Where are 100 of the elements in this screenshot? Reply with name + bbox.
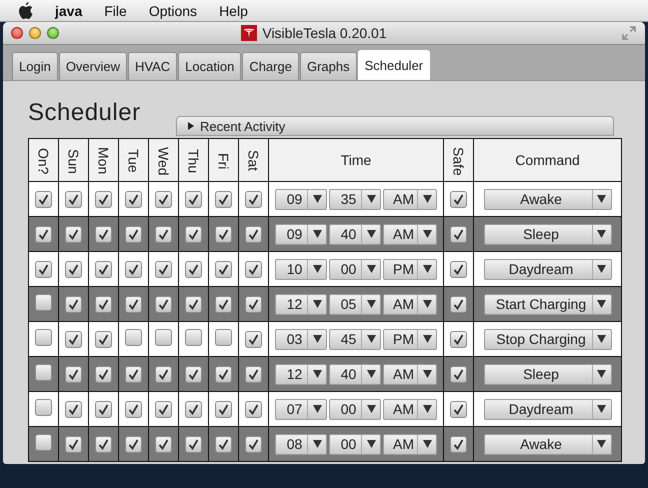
command-dropdown[interactable]: Stop Charging <box>484 328 612 350</box>
checkbox[interactable] <box>95 260 112 278</box>
minute-dropdown[interactable]: 00 <box>329 398 381 420</box>
checkbox[interactable] <box>35 364 52 381</box>
menu-item[interactable]: Help <box>208 2 259 18</box>
checkbox[interactable] <box>35 260 52 278</box>
command-dropdown[interactable]: Start Charging <box>484 294 612 314</box>
tab[interactable]: Scheduler <box>358 50 430 80</box>
command-dropdown[interactable]: Sleep <box>484 224 612 244</box>
checkbox[interactable] <box>185 400 202 418</box>
checkbox[interactable] <box>245 226 262 242</box>
zoom-button[interactable] <box>47 27 59 39</box>
minute-dropdown[interactable]: 40 <box>329 364 381 384</box>
period-dropdown[interactable]: AM <box>383 188 437 210</box>
checkbox[interactable] <box>35 294 52 311</box>
checkbox[interactable] <box>125 296 142 312</box>
checkbox[interactable] <box>95 436 112 452</box>
period-dropdown[interactable]: AM <box>383 294 437 314</box>
tab[interactable]: Location <box>178 52 242 80</box>
checkbox[interactable] <box>245 366 262 382</box>
checkbox[interactable] <box>215 436 232 452</box>
checkbox[interactable] <box>95 226 112 242</box>
checkbox[interactable] <box>215 226 232 242</box>
checkbox[interactable] <box>95 296 112 312</box>
checkbox[interactable] <box>215 190 232 208</box>
checkbox[interactable] <box>245 190 262 208</box>
checkbox[interactable] <box>215 329 232 346</box>
checkbox[interactable] <box>185 329 202 346</box>
hour-dropdown[interactable]: 07 <box>275 398 327 420</box>
checkbox[interactable] <box>450 190 467 208</box>
minute-dropdown[interactable]: 00 <box>329 258 381 280</box>
checkbox[interactable] <box>245 260 262 278</box>
checkbox[interactable] <box>185 190 202 208</box>
command-dropdown[interactable]: Awake <box>484 434 612 454</box>
menu-item[interactable]: File <box>93 2 138 18</box>
checkbox[interactable] <box>155 436 172 452</box>
hour-dropdown[interactable]: 12 <box>275 364 327 384</box>
checkbox[interactable] <box>95 400 112 418</box>
checkbox[interactable] <box>215 296 232 312</box>
checkbox[interactable] <box>155 366 172 382</box>
minute-dropdown[interactable]: 45 <box>329 328 381 350</box>
checkbox[interactable] <box>450 400 467 418</box>
checkbox[interactable] <box>215 260 232 278</box>
checkbox[interactable] <box>65 260 82 278</box>
checkbox[interactable] <box>35 190 52 208</box>
checkbox[interactable] <box>450 296 467 312</box>
checkbox[interactable] <box>125 226 142 242</box>
tab[interactable]: Overview <box>58 52 127 80</box>
checkbox[interactable] <box>245 436 262 452</box>
checkbox[interactable] <box>450 226 467 242</box>
checkbox[interactable] <box>245 296 262 312</box>
minute-dropdown[interactable]: 05 <box>329 294 381 314</box>
checkbox[interactable] <box>125 436 142 452</box>
checkbox[interactable] <box>155 260 172 278</box>
checkbox[interactable] <box>185 226 202 242</box>
period-dropdown[interactable]: PM <box>383 328 437 350</box>
tab[interactable]: Charge <box>242 52 299 80</box>
command-dropdown[interactable]: Sleep <box>484 364 612 384</box>
hour-dropdown[interactable]: 09 <box>275 188 327 210</box>
checkbox[interactable] <box>215 366 232 382</box>
command-dropdown[interactable]: Awake <box>484 188 612 210</box>
checkbox[interactable] <box>95 330 112 348</box>
app-menu[interactable]: java <box>44 2 94 18</box>
checkbox[interactable] <box>245 330 262 348</box>
checkbox[interactable] <box>65 190 82 208</box>
hour-dropdown[interactable]: 12 <box>275 294 327 314</box>
checkbox[interactable] <box>215 400 232 418</box>
tab[interactable]: HVAC <box>128 52 178 80</box>
minute-dropdown[interactable]: 00 <box>329 434 381 454</box>
checkbox[interactable] <box>95 366 112 382</box>
checkbox[interactable] <box>95 190 112 208</box>
checkbox[interactable] <box>450 260 467 278</box>
hour-dropdown[interactable]: 10 <box>275 258 327 280</box>
checkbox[interactable] <box>450 366 467 382</box>
recent-activity-bar[interactable]: Recent Activity <box>176 116 614 136</box>
checkbox[interactable] <box>155 226 172 242</box>
period-dropdown[interactable]: AM <box>383 434 437 454</box>
checkbox[interactable] <box>65 436 82 452</box>
apple-icon[interactable] <box>18 2 34 20</box>
fullscreen-icon[interactable] <box>621 25 637 41</box>
checkbox[interactable] <box>450 436 467 452</box>
period-dropdown[interactable]: AM <box>383 398 437 420</box>
menu-item[interactable]: Options <box>138 2 208 18</box>
period-dropdown[interactable]: AM <box>383 224 437 244</box>
minimize-button[interactable] <box>29 27 41 39</box>
close-button[interactable] <box>11 27 23 39</box>
hour-dropdown[interactable]: 08 <box>275 434 327 454</box>
checkbox[interactable] <box>65 226 82 242</box>
checkbox[interactable] <box>65 330 82 348</box>
checkbox[interactable] <box>125 400 142 418</box>
checkbox[interactable] <box>155 329 172 346</box>
tab[interactable]: Graphs <box>300 52 357 80</box>
checkbox[interactable] <box>245 400 262 418</box>
checkbox[interactable] <box>35 226 52 242</box>
checkbox[interactable] <box>125 366 142 382</box>
tab[interactable]: Login <box>12 52 58 80</box>
minute-dropdown[interactable]: 40 <box>329 224 381 244</box>
checkbox[interactable] <box>185 296 202 312</box>
checkbox[interactable] <box>35 329 52 346</box>
period-dropdown[interactable]: AM <box>383 364 437 384</box>
